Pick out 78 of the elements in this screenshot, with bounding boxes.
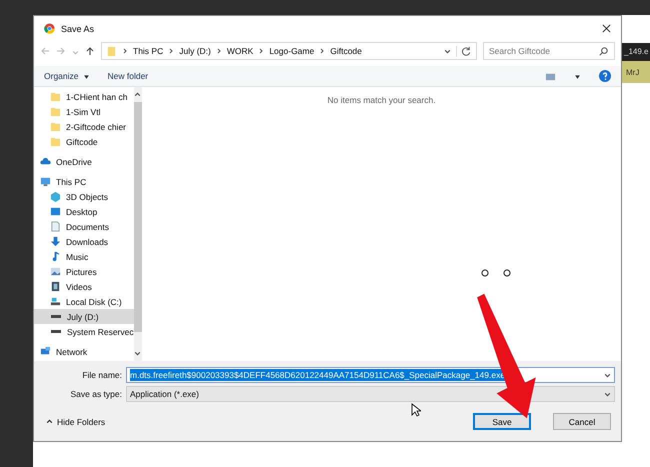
scroll-up-icon[interactable] (134, 91, 142, 98)
mouse-pointer-icon (411, 403, 421, 417)
breadcrumb[interactable]: This PC (133, 46, 164, 56)
chevron-down-icon[interactable] (444, 48, 451, 54)
sidebar-item[interactable]: Network (34, 344, 134, 359)
save-button[interactable]: Save (473, 413, 531, 430)
chevron-icon (258, 48, 264, 54)
up-arrow-icon[interactable] (85, 46, 95, 56)
sidebar-item[interactable]: Local Disk (C:) (34, 294, 134, 309)
file-name-field[interactable]: m.dts.freefireth$900203393$4DEFF4568D620122449AA7154D911CA6$_SpecialPackage_149.exe (126, 367, 615, 383)
new-folder-button[interactable]: New folder (108, 71, 148, 81)
browser-logo-icon (44, 23, 55, 34)
save-type-label: Save as type: (69, 389, 122, 399)
download-icon (50, 236, 61, 247)
sidebar-item[interactable]: 1-Sim Vtl (34, 104, 134, 119)
search-field[interactable]: Search Giftcode (483, 42, 615, 60)
breadcrumb[interactable]: Giftcode (330, 46, 362, 56)
sidebar-item[interactable]: 2-Giftcode chier (34, 119, 134, 134)
sidebar-item[interactable]: 3D Objects (34, 189, 134, 204)
chevron-down-icon[interactable] (604, 390, 611, 398)
folder-icon (50, 121, 61, 132)
hide-folders-button[interactable]: Hide Folders (46, 416, 106, 426)
chevron-icon (319, 48, 326, 54)
caret-icon[interactable] (574, 72, 581, 80)
sidebar-item[interactable]: OneDrive (34, 154, 134, 169)
sidebar-item[interactable]: Videos (34, 279, 134, 294)
save-type-dropdown[interactable]: Application (*.exe) (126, 386, 615, 402)
cancel-button[interactable]: Cancel (553, 413, 611, 430)
sidebar-item[interactable]: System Reservec (34, 324, 134, 339)
sidebar-item[interactable]: July (D:) (34, 309, 134, 324)
chevron-icon (122, 48, 128, 54)
sidebar-item[interactable]: Downloads (34, 234, 134, 249)
folder-icon (50, 136, 61, 147)
document-icon (50, 221, 61, 232)
drive-icon (51, 330, 61, 333)
organize-menu[interactable]: Organize (44, 71, 90, 81)
chevron-up-icon (46, 418, 53, 425)
chevron-icon (216, 48, 222, 54)
drive-icon (51, 315, 61, 318)
search-icon (598, 46, 609, 56)
tag-label: MrJ (626, 68, 640, 76)
sidebar-item[interactable]: 1-CHient han ch (34, 89, 134, 104)
chevron-icon (168, 48, 174, 54)
close-icon[interactable] (602, 24, 611, 33)
sidebar-item[interactable]: Desktop (34, 204, 134, 219)
help-icon[interactable] (599, 70, 611, 82)
scroll-down-icon[interactable] (134, 350, 142, 357)
network-icon (40, 346, 51, 357)
film-icon (50, 281, 61, 292)
caret-icon (82, 72, 90, 80)
selection-handle[interactable] (503, 269, 511, 277)
window-title: Save As (61, 24, 94, 34)
sidebar-item[interactable]: Pictures (34, 264, 134, 279)
desktop-icon (50, 206, 61, 217)
selection-handle[interactable] (481, 269, 489, 277)
sidebar-item[interactable]: Music (34, 249, 134, 264)
picture-icon (50, 266, 61, 277)
empty-message: No items match your search. (327, 95, 436, 107)
scrollbar[interactable] (134, 87, 142, 361)
music-note-icon (50, 251, 61, 262)
breadcrumb[interactable]: WORK (226, 46, 254, 56)
breadcrumb[interactable]: July (D:) (179, 46, 211, 56)
sidebar-item[interactable]: This PC (34, 174, 134, 189)
folder-icon (50, 91, 61, 102)
address-bar[interactable]: This PC July (D:) WORK Logo-Game Giftcode (101, 42, 477, 60)
sidebar-item[interactable]: Documents (34, 219, 134, 234)
breadcrumb[interactable]: Logo-Game (269, 46, 314, 56)
cube-icon (50, 191, 61, 202)
cloud-icon (40, 156, 51, 167)
chevron-down-icon[interactable] (604, 372, 611, 378)
folder-icon (106, 46, 117, 56)
folder-icon (50, 106, 61, 117)
file-name-label: File name: (81, 370, 122, 380)
disk-icon (50, 296, 61, 307)
monitor-icon (40, 176, 51, 187)
file-name-text: _149.e (622, 43, 650, 61)
sidebar-item[interactable]: Giftcode (34, 134, 134, 149)
refresh-icon[interactable] (456, 46, 472, 56)
